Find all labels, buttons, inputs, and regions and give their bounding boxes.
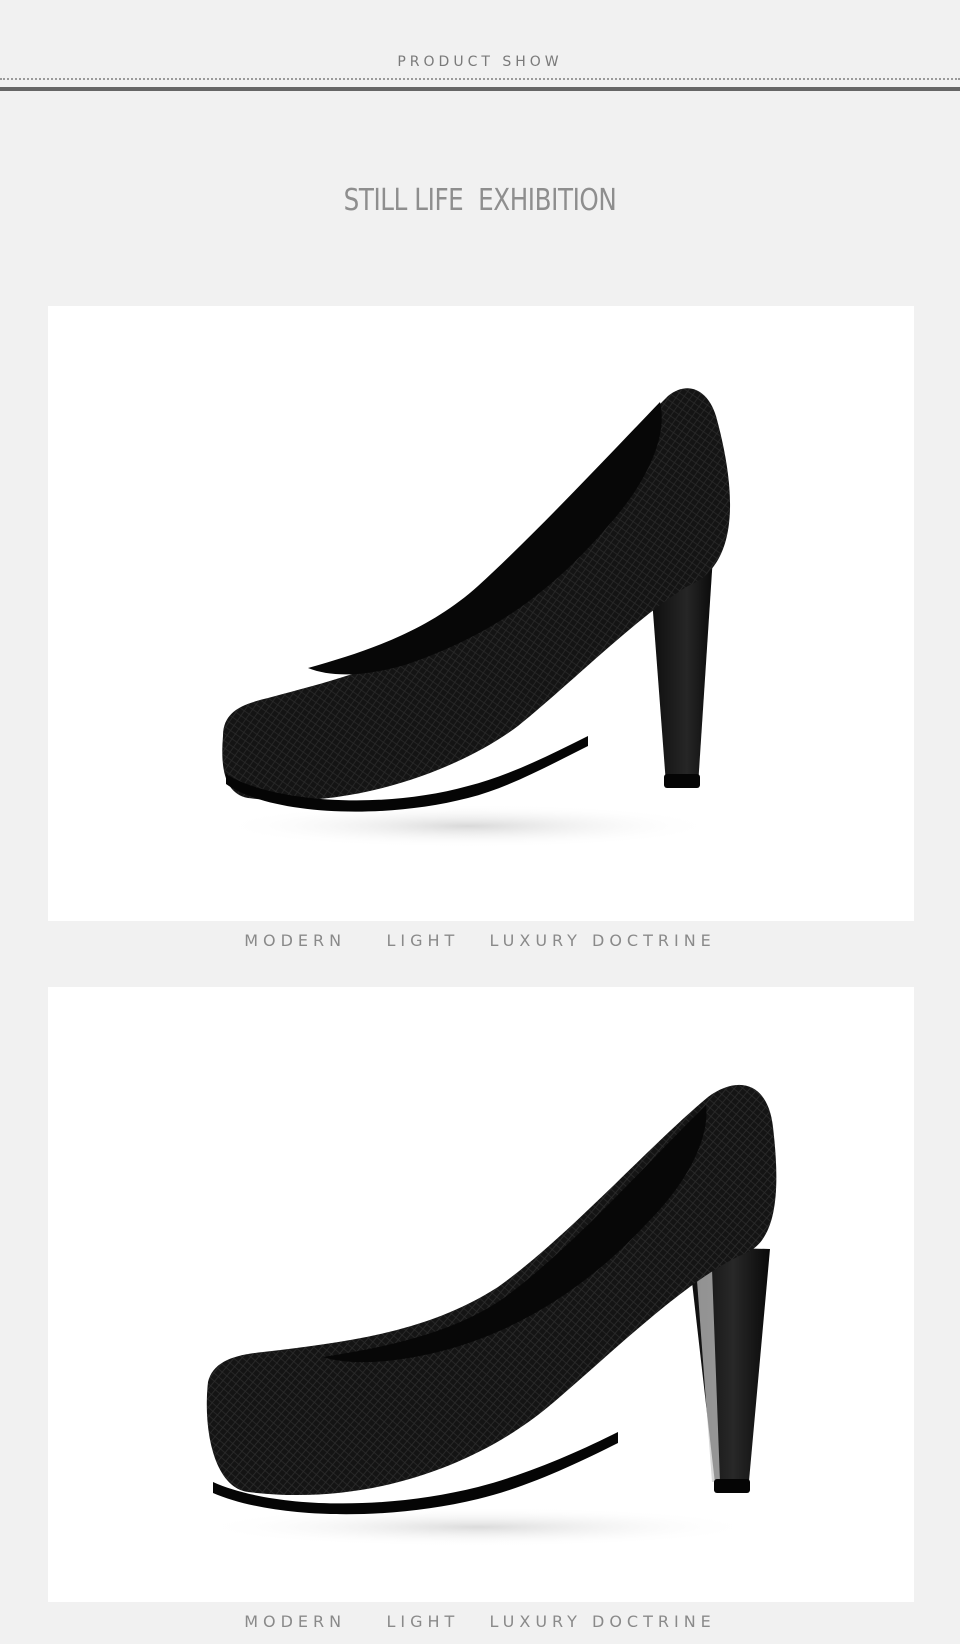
shoe-image-1 bbox=[218, 388, 731, 848]
header-solid-divider bbox=[0, 87, 960, 91]
product-photo-1 bbox=[48, 306, 914, 921]
caption-1: MODERN LIGHT LUXURY DOCTRINE bbox=[244, 931, 716, 950]
shoe-image-2 bbox=[198, 1084, 777, 1547]
section-label: PRODUCT SHOW bbox=[397, 54, 563, 70]
product-photo-2 bbox=[48, 987, 914, 1602]
header-dotted-divider bbox=[0, 78, 960, 80]
caption-2: MODERN LIGHT LUXURY DOCTRINE bbox=[244, 1612, 716, 1631]
headline: STILL LIFE EXHIBITION bbox=[343, 183, 617, 218]
